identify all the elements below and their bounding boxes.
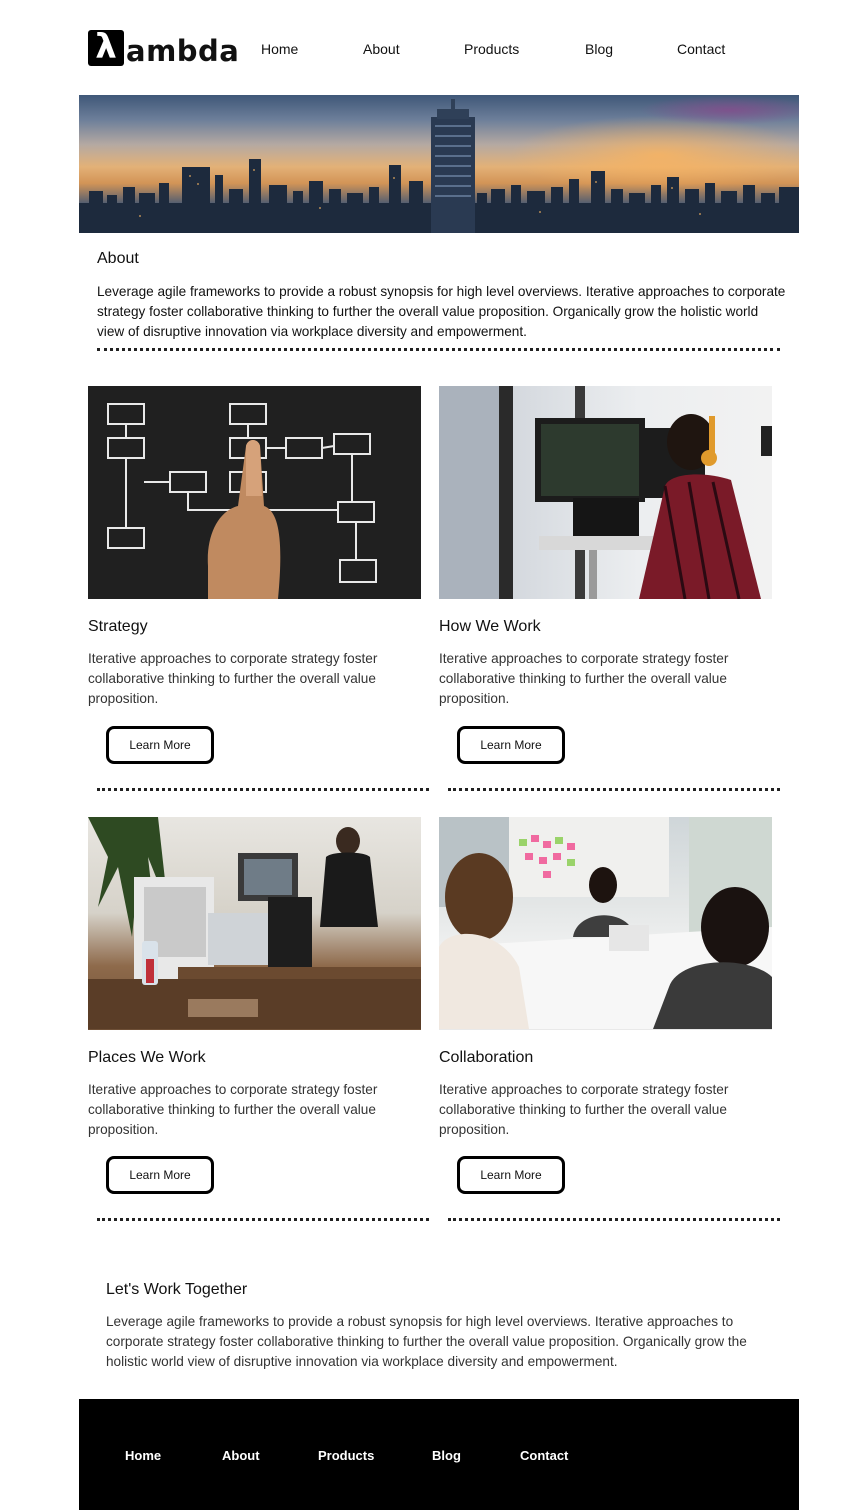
- card-text: Iterative approaches to corporate strate…: [439, 651, 729, 706]
- row-divider-left: [97, 788, 429, 791]
- card-text: Iterative approaches to corporate strate…: [88, 651, 378, 706]
- about-divider: [97, 348, 780, 351]
- strategy-flowchart-image: [88, 386, 421, 599]
- footer-home-link[interactable]: Home: [125, 1447, 161, 1465]
- nav-contact-link[interactable]: Contact: [677, 39, 725, 59]
- how-we-work-image: [439, 386, 772, 599]
- main-nav: Home About Products Blog Contact: [0, 39, 858, 59]
- card-places-we-work: Places We Work Iterative approaches to c…: [88, 817, 421, 1194]
- hero-city-skyline-image: [79, 95, 799, 233]
- nav-home-link[interactable]: Home: [261, 39, 298, 59]
- footer: Home About Products Blog Contact: [79, 1399, 799, 1510]
- places-we-work-office-image: [88, 817, 421, 1030]
- card-strategy: Strategy Iterative approaches to corpora…: [88, 386, 421, 764]
- strategy-learn-more-button[interactable]: Learn More: [106, 726, 214, 764]
- card-collaboration: Collaboration Iterative approaches to co…: [439, 817, 772, 1194]
- places-we-work-learn-more-button[interactable]: Learn More: [106, 1156, 214, 1194]
- footer-products-link[interactable]: Products: [318, 1447, 374, 1465]
- card-text: Iterative approaches to corporate strate…: [88, 1082, 378, 1137]
- collaboration-learn-more-button[interactable]: Learn More: [457, 1156, 565, 1194]
- card-how-we-work: How We Work Iterative approaches to corp…: [439, 386, 772, 764]
- footer-contact-link[interactable]: Contact: [520, 1447, 568, 1465]
- about-text: Leverage agile frameworks to provide a r…: [97, 284, 786, 339]
- row-divider-left-2: [97, 1218, 429, 1221]
- nav-about-link[interactable]: About: [363, 39, 400, 59]
- nav-blog-link[interactable]: Blog: [585, 39, 613, 59]
- card-text: Iterative approaches to corporate strate…: [439, 1082, 729, 1137]
- row-divider-right-2: [448, 1218, 780, 1221]
- card-title: Places We Work: [88, 1049, 206, 1066]
- together-text: Leverage agile frameworks to provide a r…: [106, 1314, 747, 1369]
- collaboration-meeting-image: [439, 817, 772, 1030]
- card-title: Collaboration: [439, 1049, 534, 1066]
- about-heading: About: [97, 250, 139, 267]
- footer-about-link[interactable]: About: [222, 1447, 260, 1465]
- nav-products-link[interactable]: Products: [464, 39, 519, 59]
- footer-blog-link[interactable]: Blog: [432, 1447, 461, 1465]
- how-we-work-learn-more-button[interactable]: Learn More: [457, 726, 565, 764]
- together-heading: Let's Work Together: [106, 1281, 248, 1298]
- card-title: Strategy: [88, 618, 148, 635]
- card-title: How We Work: [439, 618, 541, 635]
- row-divider-right: [448, 788, 780, 791]
